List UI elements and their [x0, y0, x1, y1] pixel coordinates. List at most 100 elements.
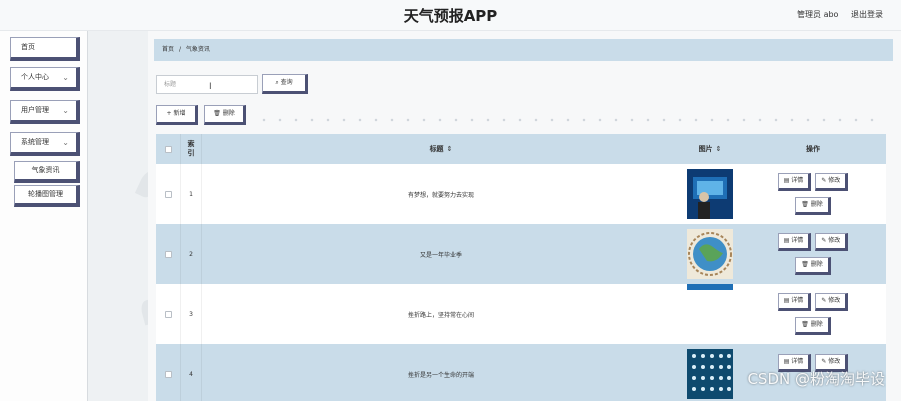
select-all-checkbox[interactable] [156, 134, 180, 164]
table-row: 2 又是一年毕业季 ▤ 详情 ✎ 修改 🗑 删除 [156, 224, 886, 284]
sidebar-item-home[interactable]: 首页 [10, 37, 80, 61]
sidebar-item-system-management[interactable]: 系统管理 ⌄ [10, 132, 80, 156]
sidebar-subitem-label: 气象资讯 [31, 166, 60, 174]
row-index: 2 [180, 224, 202, 284]
delete-label: 删除 [810, 321, 823, 328]
detail-label: 详情 [791, 237, 804, 244]
breadcrumb: 首页 / 气象资讯 [154, 39, 893, 61]
sidebar-gutter [88, 31, 148, 401]
search-button-label: 查询 [280, 79, 293, 86]
batch-delete-button[interactable]: 🗑 删除 [204, 105, 246, 125]
search-icon: ⌕ [275, 79, 279, 86]
breadcrumb-current: 气象资讯 [185, 46, 210, 53]
chevron-down-icon: ⌄ [62, 138, 69, 147]
edit-label: 修改 [828, 358, 841, 365]
breadcrumb-separator: / [178, 46, 181, 53]
sidebar-subitem-carousel-management[interactable]: 轮播图管理 [14, 185, 80, 207]
row-index: 4 [180, 344, 202, 401]
row-checkbox[interactable] [156, 224, 180, 284]
current-user: 管理员 abo [797, 10, 839, 19]
row-actions: ▤ 详情 ✎ 修改 🗑 删除 [740, 164, 886, 224]
trash-icon: 🗑 [801, 201, 811, 208]
delete-label: 删除 [810, 261, 823, 268]
thumbnail-image [687, 169, 733, 219]
edit-label: 修改 [828, 177, 841, 184]
row-checkbox[interactable] [156, 164, 180, 224]
user-area: 管理员 abo 退出登录 [787, 9, 883, 20]
row-image [680, 164, 740, 224]
sidebar-item-user-management[interactable]: 用户管理 ⌄ [10, 100, 80, 124]
batch-delete-label: 删除 [222, 110, 235, 117]
search-button[interactable]: ⌕ 查询 [262, 74, 308, 94]
row-checkbox[interactable] [156, 344, 180, 401]
row-title: 挫折路上，坚持常在心间 [407, 311, 474, 319]
sidebar-item-label: 首页 [21, 43, 35, 51]
header-title-label: 标题 [429, 145, 444, 153]
logout-link[interactable]: 退出登录 [851, 10, 883, 19]
edit-button[interactable]: ✎ 修改 [815, 233, 849, 251]
row-image [680, 224, 740, 284]
watermark-text: CSDN @粉淘淘毕设 [747, 370, 885, 388]
delete-button[interactable]: 🗑 删除 [795, 197, 831, 215]
thumbnail-image [687, 229, 733, 279]
delete-button[interactable]: 🗑 删除 [795, 257, 831, 275]
sidebar: 首页 个人中心 ⌄ 用户管理 ⌄ 系统管理 ⌄ 气象资讯 轮播图管理 [0, 31, 88, 401]
thumbnail-image [687, 349, 733, 399]
row-index: 1 [180, 164, 202, 224]
breadcrumb-home[interactable]: 首页 [162, 46, 174, 53]
trash-icon: 🗑 [213, 110, 221, 117]
row-index: 3 [180, 284, 202, 344]
chevron-down-icon: ⌄ [62, 73, 69, 82]
sidebar-item-label: 系统管理 [21, 138, 49, 146]
search-input[interactable]: 标题 I [156, 75, 258, 94]
delete-label: 删除 [810, 201, 823, 208]
row-checkbox[interactable] [156, 284, 180, 344]
detail-button[interactable]: ▤ 详情 [777, 173, 812, 191]
detail-label: 详情 [791, 358, 804, 365]
row-actions: ▤ 详情 ✎ 修改 🗑 删除 [740, 284, 886, 344]
decorative-dots [256, 115, 886, 125]
add-button-label: 新增 [173, 110, 186, 117]
row-title: 有梦想，就要努力去实现 [407, 191, 474, 199]
header-index: 索引 [180, 134, 202, 164]
row-image [680, 344, 740, 401]
detail-button[interactable]: ▤ 详情 [777, 233, 812, 251]
table-row: 1 有梦想，就要努力去实现 ▤ 详情 ✎ 修改 🗑 删除 [156, 164, 886, 224]
app-title: 天气预报APP [403, 7, 498, 25]
sidebar-item-personal-center[interactable]: 个人中心 ⌄ [10, 67, 80, 91]
delete-button[interactable]: 🗑 删除 [795, 317, 831, 335]
detail-label: 详情 [791, 177, 804, 184]
edit-button[interactable]: ✎ 修改 [815, 173, 849, 191]
detail-label: 详情 [791, 297, 804, 304]
header-image[interactable]: 图片 ⇕ [680, 134, 740, 164]
sidebar-subitem-weather-news[interactable]: 气象资讯 [14, 161, 80, 183]
plus-icon: + [166, 110, 172, 117]
detail-button[interactable]: ▤ 详情 [777, 293, 812, 311]
sidebar-subitem-label: 轮播图管理 [28, 190, 63, 198]
header-title[interactable]: 标题 ⇕ [202, 134, 680, 164]
edit-button[interactable]: ✎ 修改 [815, 293, 849, 311]
sort-icon: ⇕ [715, 145, 722, 153]
header-actions: 操作 [806, 145, 820, 153]
edit-label: 修改 [828, 297, 841, 304]
data-table: 索引 标题 ⇕ 图片 ⇕ 操作 1 有梦想，就要努力去实现 ▤ 详情 ✎ 修改 … [156, 134, 886, 401]
table-row: 3 挫折路上，坚持常在心间 ▤ 详情 ✎ 修改 🗑 删除 [156, 284, 886, 344]
row-title: 又是一年毕业季 [419, 251, 462, 259]
sidebar-item-label: 个人中心 [21, 73, 49, 81]
search-placeholder: 标题 [164, 81, 177, 88]
main-content: 首页 / 气象资讯 标题 I ⌕ 查询 + 新增 🗑 删除 索引 标题 ⇕ 图片… [148, 31, 901, 401]
text-cursor-icon: I [209, 82, 212, 92]
trash-icon: 🗑 [801, 321, 811, 328]
row-title: 挫折是另一个生命的开端 [407, 371, 474, 379]
add-button[interactable]: + 新增 [156, 105, 198, 125]
sidebar-item-label: 用户管理 [21, 106, 49, 114]
top-bar: 天气预报APP 管理员 abo 退出登录 [0, 0, 901, 31]
table-header: 索引 标题 ⇕ 图片 ⇕ 操作 [156, 134, 886, 164]
trash-icon: 🗑 [801, 261, 811, 268]
row-actions: ▤ 详情 ✎ 修改 🗑 删除 [740, 224, 886, 284]
edit-label: 修改 [828, 237, 841, 244]
chevron-down-icon: ⌄ [62, 106, 69, 115]
header-image-label: 图片 [698, 145, 713, 153]
sort-icon: ⇕ [446, 145, 453, 153]
thumbnail-image [687, 284, 733, 290]
